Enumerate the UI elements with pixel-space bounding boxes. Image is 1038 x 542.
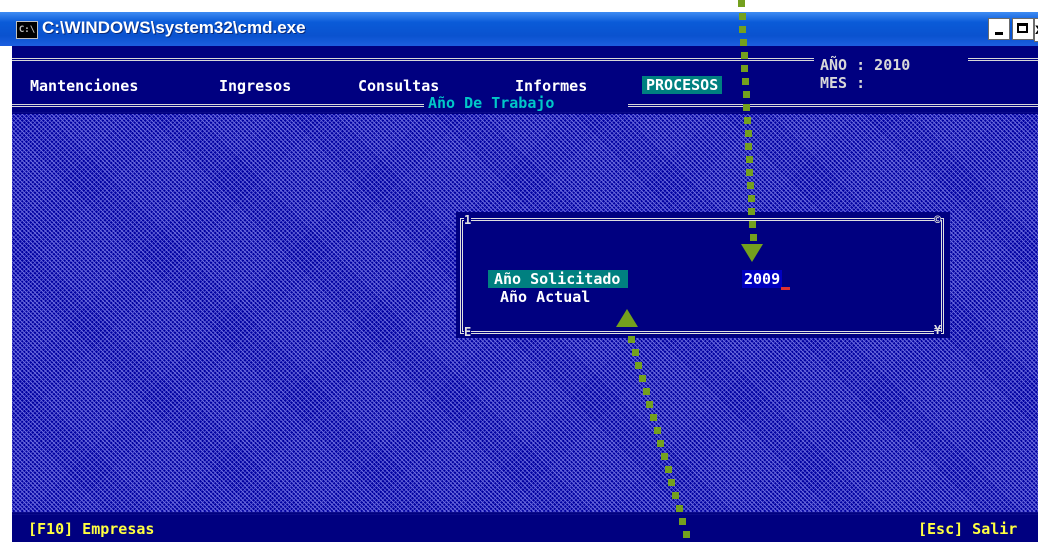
mes-indicator: MES : — [820, 74, 866, 92]
arrow-dot — [749, 221, 756, 228]
arrow-dot — [743, 104, 750, 111]
menu-item-informes[interactable]: Informes — [515, 77, 587, 95]
arrow-dot — [739, 26, 746, 33]
arrow-dot — [743, 91, 750, 98]
arrow-dot — [654, 427, 661, 434]
arrow-dot — [741, 52, 748, 59]
cmd-icon[interactable]: C:\ — [16, 21, 38, 39]
esc-salir-hint[interactable]: [Esc] Salir — [918, 520, 1017, 538]
field-ano-actual-label[interactable]: Año Actual — [500, 288, 590, 306]
arrow-dot — [635, 362, 642, 369]
ano-indicator: AÑO : 2010 — [820, 56, 911, 74]
arrow-dot — [661, 453, 668, 460]
arrow-dot — [657, 440, 664, 447]
arrow-dot — [740, 39, 747, 46]
arrow-dot — [748, 195, 755, 202]
f10-empresas-hint[interactable]: [F10] Empresas — [28, 520, 154, 538]
menu-item-consultas[interactable]: Consultas — [358, 77, 439, 95]
menu-item-mantenciones[interactable]: Mantenciones — [30, 77, 138, 95]
window-titlebar[interactable]: C:\ C:\WINDOWS\system32\cmd.exe x — [0, 12, 1038, 46]
page-subtitle: Año De Trabajo — [428, 94, 555, 112]
arrow-dot — [739, 13, 746, 20]
menu-item-procesos[interactable]: PROCESOS — [642, 76, 723, 94]
maximize-button[interactable] — [1012, 18, 1034, 40]
arrow-dot — [741, 65, 748, 72]
arrow-dot — [748, 208, 755, 215]
corner-tr: © — [934, 213, 942, 227]
subtitle-border-right — [628, 104, 1038, 107]
status-bar: [F10] Empresas [Esc] Salir — [12, 516, 1038, 542]
arrow-dot — [639, 375, 646, 382]
arrow-head-up — [616, 309, 638, 327]
arrow-dot — [745, 130, 752, 137]
arrow-dot — [676, 505, 683, 512]
arrow-dot — [679, 518, 686, 525]
arrow-dot — [646, 401, 653, 408]
arrow-dot — [744, 117, 751, 124]
console-window[interactable]: Mantenciones Ingresos Consultas Informes… — [12, 46, 1038, 542]
arrow-dot — [738, 0, 745, 7]
arrow-head-down — [741, 244, 763, 262]
arrow-dot — [747, 182, 754, 189]
year-dialog: 1 © E ¥ Año Solicitado 2009 Año Actual — [456, 212, 950, 338]
menu-top-border — [12, 58, 814, 61]
close-button[interactable]: x — [1034, 18, 1038, 42]
arrow-dot — [746, 169, 753, 176]
field-ano-solicitado-label[interactable]: Año Solicitado — [488, 270, 629, 288]
arrow-dot — [665, 466, 672, 473]
menu-bar: Mantenciones Ingresos Consultas Informes… — [12, 46, 1038, 112]
arrow-dot — [750, 234, 757, 241]
arrow-dot — [746, 156, 753, 163]
window-title: C:\WINDOWS\system32\cmd.exe — [42, 18, 306, 37]
arrow-dot — [628, 336, 635, 343]
subtitle-border-left — [12, 104, 424, 107]
corner-br: ¥ — [934, 323, 942, 337]
arrow-dot — [683, 531, 690, 538]
field-ano-solicitado-input[interactable]: 2009 — [742, 270, 783, 288]
arrow-dot — [643, 388, 650, 395]
minimize-button[interactable] — [988, 18, 1010, 40]
arrow-dot — [668, 479, 675, 486]
arrow-dot — [672, 492, 679, 499]
corner-tl: 1 — [464, 213, 472, 227]
menu-top-border-right — [968, 58, 1038, 61]
arrow-dot — [650, 414, 657, 421]
arrow-dot — [745, 143, 752, 150]
corner-bl: E — [464, 325, 472, 339]
text-cursor — [781, 287, 790, 290]
menu-item-ingresos[interactable]: Ingresos — [219, 77, 291, 95]
arrow-dot — [632, 349, 639, 356]
arrow-dot — [742, 78, 749, 85]
